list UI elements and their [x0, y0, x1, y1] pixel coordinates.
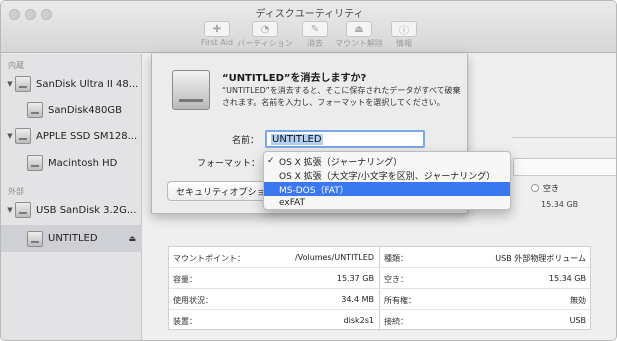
free-space-swatch: [531, 184, 539, 192]
disclosure-triangle-icon[interactable]: ▼: [5, 132, 15, 140]
format-option-ms-dos-fat[interactable]: MS-DOS（FAT）: [264, 182, 510, 196]
info-button[interactable]: ⓘ 情報: [389, 21, 419, 49]
sidebar-item-label: UNTITLED: [48, 233, 98, 244]
free-space-value: 15.34 GB: [541, 200, 579, 209]
sidebar-item-label: SanDisk Ultra II 48...: [36, 78, 139, 90]
divider: [512, 137, 616, 138]
info-icon: ⓘ: [391, 21, 417, 37]
sidebar-item-sandisk480gb[interactable]: SanDisk480GB: [1, 99, 142, 121]
partition-button[interactable]: ◔ パーティション: [235, 21, 295, 49]
format-dropdown-menu: ✓ OS X 拡張（ジャーナリング） OS X 拡張（大文字/小文字を区別、ジャ…: [263, 151, 511, 210]
unmount-label: マウント解除: [335, 39, 383, 48]
disclosure-triangle-icon[interactable]: ▼: [5, 206, 15, 214]
connection-label: 接続：: [384, 317, 408, 326]
used-value: 34.4 MB: [341, 295, 374, 304]
capacity-value: 15.37 GB: [336, 274, 374, 283]
drive-icon: [172, 70, 210, 110]
format-label: フォーマット：: [197, 159, 261, 169]
menu-item-label: OS X 拡張（ジャーナリング）: [279, 157, 403, 168]
drive-icon: [15, 76, 31, 92]
format-option-osx-journaled[interactable]: ✓ OS X 拡張（ジャーナリング）: [264, 154, 510, 168]
sidebar-item-label: USB SanDisk 3.2G...: [36, 204, 137, 216]
free-space-label: 空き: [543, 184, 559, 193]
volume-icon: [27, 155, 43, 171]
titlebar: ディスクユーティリティ ✚ First Aid ◔ パーティション ✎ 消去 ⏏…: [1, 1, 616, 53]
available-value: 15.34 GB: [548, 274, 586, 283]
window-title: ディスクユーティリティ: [255, 9, 364, 20]
device-label: 装置：: [173, 317, 197, 326]
security-options-button[interactable]: セキュリティオプション...: [167, 181, 277, 201]
name-label: 名前：: [232, 136, 260, 146]
eject-icon[interactable]: ⏏: [128, 234, 136, 243]
disk-utility-window: ディスクユーティリティ ✚ First Aid ◔ パーティション ✎ 消去 ⏏…: [0, 0, 617, 341]
first-aid-button[interactable]: ✚ First Aid: [197, 21, 237, 47]
sidebar-header-external: 外部: [8, 187, 24, 196]
erase-icon: ✎: [302, 21, 328, 37]
first-aid-label: First Aid: [200, 38, 234, 47]
type-value: USB 外部物理ボリューム: [495, 254, 586, 263]
erase-label: 消去: [307, 39, 323, 48]
sheet-title: “UNTITLED”を消去しますか?: [222, 73, 367, 84]
partition-icon: ◔: [252, 21, 278, 37]
table-row: マウントポイント： /Volumes/UNTITLED 種類： USB 外部物理…: [169, 247, 590, 268]
menu-item-label: MS-DOS（FAT）: [279, 185, 349, 196]
sidebar-header-internal: 内蔵: [8, 61, 24, 70]
table-row: 装置： disk2s1 接続： USB: [169, 310, 590, 331]
format-option-osx-case-sensitive[interactable]: OS X 拡張（大文字/小文字を区別、ジャーナリング）: [264, 168, 510, 182]
menu-item-label: exFAT: [279, 198, 306, 208]
type-label: 種類：: [384, 254, 408, 263]
info-label: 情報: [396, 39, 412, 48]
volume-icon: [27, 102, 43, 118]
sheet-description: “UNTITLED”を消去すると、そこに保存されたデータがすべて破棄されます。名…: [222, 86, 461, 107]
menu-item-label: OS X 拡張（大文字/小文字を区別、ジャーナリング）: [279, 171, 496, 182]
usb-drive-icon: [15, 202, 31, 218]
usage-bar: [513, 158, 616, 176]
first-aid-icon: ✚: [204, 21, 230, 37]
erase-button[interactable]: ✎ 消去: [298, 21, 332, 49]
connection-value: USB: [569, 316, 586, 325]
table-row: 容量： 15.37 GB 空き： 15.34 GB: [169, 268, 590, 289]
name-field[interactable]: UNTITLED: [265, 130, 425, 148]
device-value: disk2s1: [343, 316, 374, 325]
drive-icon: [15, 128, 31, 144]
volume-info-table: マウントポイント： /Volumes/UNTITLED 種類： USB 外部物理…: [168, 246, 591, 331]
checkmark-icon: ✓: [267, 156, 275, 166]
sidebar-item-sandisk-ultra[interactable]: ▼ SanDisk Ultra II 48...: [1, 73, 142, 95]
name-field-value: UNTITLED: [271, 133, 323, 145]
sidebar-item-label: Macintosh HD: [48, 157, 118, 169]
unmount-icon: ⏏: [346, 21, 372, 37]
sidebar-item-macintosh-hd[interactable]: Macintosh HD: [1, 152, 142, 174]
mount-point-value: /Volumes/UNTITLED: [295, 253, 374, 262]
table-row: 使用状況： 34.4 MB 所有権： 無効: [169, 289, 590, 310]
format-option-exfat[interactable]: exFAT: [264, 196, 510, 209]
sidebar: 内蔵 ▼ SanDisk Ultra II 48... SanDisk480GB…: [1, 54, 142, 340]
partition-label: パーティション: [237, 39, 293, 48]
volume-icon: [27, 230, 43, 247]
sidebar-item-usb-sandisk[interactable]: ▼ USB SanDisk 3.2G...: [1, 199, 142, 221]
mount-point-label: マウントポイント：: [173, 254, 245, 263]
unmount-button[interactable]: ⏏ マウント解除: [331, 21, 387, 49]
sidebar-item-apple-ssd[interactable]: ▼ APPLE SSD SM128...: [1, 125, 142, 147]
owners-value: 無効: [570, 296, 586, 305]
capacity-label: 容量：: [173, 275, 197, 284]
disclosure-triangle-icon[interactable]: ▼: [5, 80, 15, 88]
available-label: 空き：: [384, 275, 408, 284]
sidebar-item-label: APPLE SSD SM128...: [36, 130, 138, 142]
owners-label: 所有権：: [384, 296, 416, 305]
used-label: 使用状況：: [173, 296, 213, 305]
sidebar-item-label: SanDisk480GB: [48, 104, 122, 116]
sidebar-item-untitled[interactable]: UNTITLED ⏏: [1, 225, 142, 252]
